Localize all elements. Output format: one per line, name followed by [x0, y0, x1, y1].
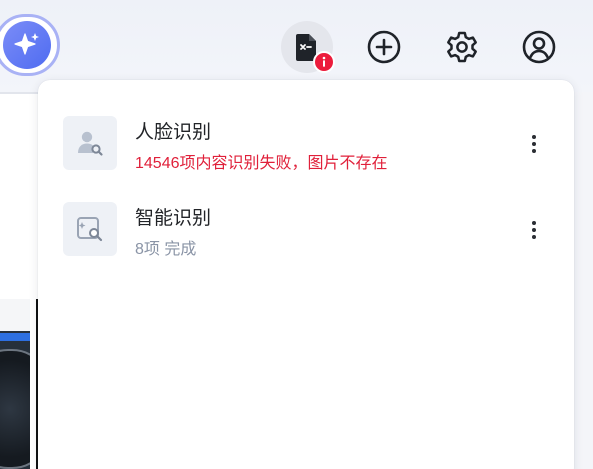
thumbnail-watch-face — [0, 349, 30, 469]
task-title: 智能识别 — [135, 208, 212, 229]
face-search-icon — [78, 131, 103, 156]
plus-circle-icon — [367, 30, 401, 64]
gear-icon — [447, 31, 477, 63]
more-options-button[interactable] — [522, 212, 546, 248]
divider — [0, 92, 38, 94]
sparkle-icon — [14, 33, 39, 55]
task-status-error: 14546项内容识别失败，图片不存在 — [135, 155, 388, 172]
task-title: 人脸识别 — [135, 122, 212, 143]
ai-assistant-circle — [3, 21, 51, 69]
task-status-done: 8项 完成 — [135, 241, 197, 258]
info-badge — [313, 51, 335, 73]
more-options-button[interactable] — [522, 126, 546, 162]
tasks-button[interactable] — [281, 21, 335, 73]
settings-button[interactable] — [436, 21, 488, 73]
task-item-face-recognition[interactable]: 人脸识别 14546项内容识别失败，图片不存在 — [38, 104, 574, 182]
task-thumbnail — [63, 116, 117, 170]
more-vertical-icon — [532, 221, 536, 239]
thumbnail-blue-banner — [0, 333, 30, 341]
top-toolbar — [0, 0, 593, 92]
task-thumbnail — [63, 202, 117, 256]
photo-thumbnail[interactable] — [0, 299, 30, 469]
user-circle-icon — [522, 30, 556, 64]
more-vertical-icon — [532, 135, 536, 153]
ai-assistant-button[interactable] — [0, 14, 60, 76]
info-icon — [322, 56, 326, 67]
thumbnail-phone-header — [0, 299, 30, 331]
task-dropdown-panel: 人脸识别 14546项内容识别失败，图片不存在 智能识别 8项 完成 — [38, 80, 574, 469]
task-item-smart-recognition[interactable]: 智能识别 8项 完成 — [38, 190, 574, 268]
account-button[interactable] — [513, 21, 565, 73]
add-button[interactable] — [358, 21, 410, 73]
image-search-icon — [77, 217, 103, 242]
